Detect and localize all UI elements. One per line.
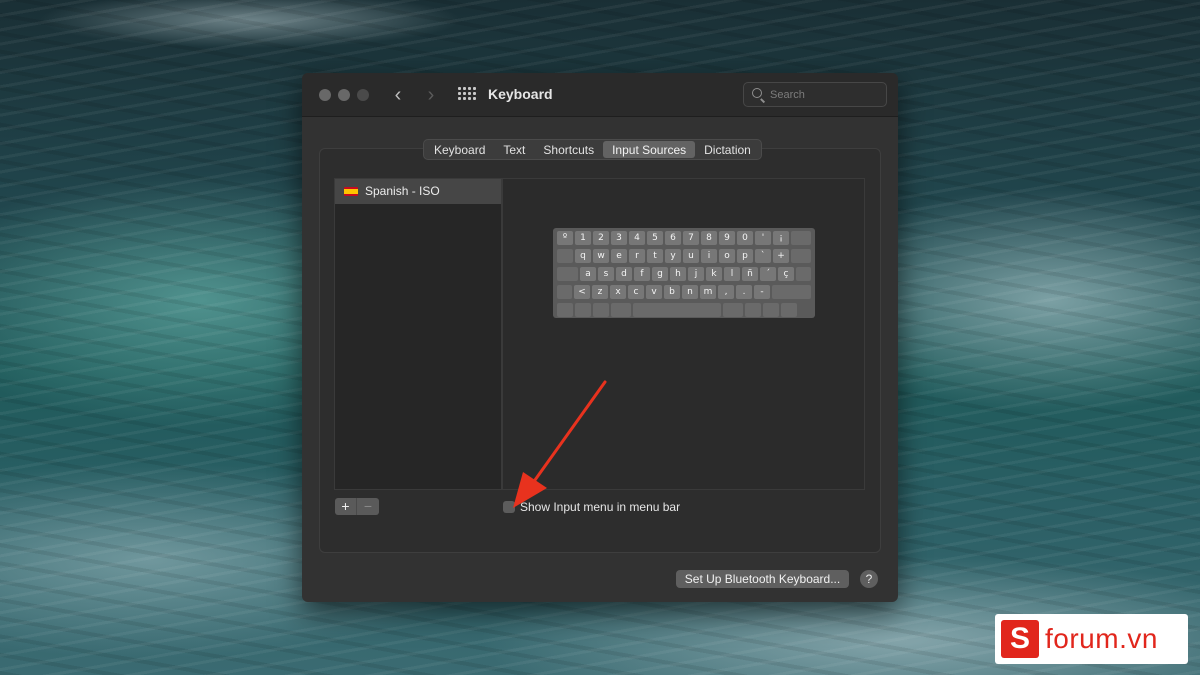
keyboard-preferences-window: ‹ › Keyboard Keyboard Text Shortcuts Inp…: [302, 73, 898, 602]
window-title: Keyboard: [488, 86, 553, 102]
search-field[interactable]: [743, 82, 887, 107]
modifier-key: [557, 267, 578, 281]
keyboard-key: 9: [719, 231, 735, 245]
keyboard-key: e: [611, 249, 627, 263]
add-input-source-button[interactable]: +: [335, 498, 357, 515]
brand-logo-icon: S: [1001, 620, 1039, 658]
keyboard-key: h: [670, 267, 686, 281]
modifier-key: [745, 303, 761, 317]
keyboard-key: 5: [647, 231, 663, 245]
modifier-key: [557, 285, 572, 299]
keyboard-key: ': [755, 231, 771, 245]
keyboard-key: o: [719, 249, 735, 263]
modifier-key: [791, 249, 811, 263]
back-chevron-icon[interactable]: ‹: [386, 83, 410, 107]
keyboard-key: m: [700, 285, 716, 299]
keyboard-key: y: [665, 249, 681, 263]
modifier-key: [723, 303, 743, 317]
modifier-key: [593, 303, 609, 317]
tab-input-sources[interactable]: Input Sources: [603, 141, 696, 158]
keyboard-key: p: [737, 249, 753, 263]
close-window-button[interactable]: [319, 89, 331, 101]
keyboard-key: t: [647, 249, 663, 263]
keyboard-key: i: [701, 249, 717, 263]
modifier-key: [772, 285, 811, 299]
forum-vn-watermark-logo: S forum.vn: [995, 614, 1188, 664]
modifier-key: [557, 303, 573, 317]
modifier-key: [611, 303, 631, 317]
search-input[interactable]: [770, 86, 880, 103]
list-item-spanish-iso[interactable]: Spanish - ISO: [335, 179, 501, 204]
keyboard-key: s: [598, 267, 614, 281]
zoom-window-button[interactable]: [357, 89, 369, 101]
keyboard-key: n: [682, 285, 698, 299]
modifier-key: [575, 303, 591, 317]
keyboard-key: l: [724, 267, 740, 281]
keyboard-key: k: [706, 267, 722, 281]
keyboard-key: ,: [718, 285, 734, 299]
tab-dictation[interactable]: Dictation: [695, 141, 760, 158]
keyboard-key: v: [646, 285, 662, 299]
keyboard-key: q: [575, 249, 591, 263]
search-icon: [752, 88, 766, 103]
keyboard-key: a: [580, 267, 596, 281]
show-all-grid-icon[interactable]: [458, 87, 476, 101]
keyboard-key: º: [557, 231, 573, 245]
keyboard-key: c: [628, 285, 644, 299]
keyboard-key: 6: [665, 231, 681, 245]
tab-shortcuts[interactable]: Shortcuts: [534, 141, 603, 158]
modifier-key: [557, 249, 573, 263]
remove-input-source-button[interactable]: −: [357, 498, 379, 515]
keyboard-key: j: [688, 267, 704, 281]
keyboard-key: w: [593, 249, 609, 263]
keyboard-key: 8: [701, 231, 717, 245]
keyboard-key: +: [773, 249, 789, 263]
minimize-window-button[interactable]: [338, 89, 350, 101]
keyboard-key: u: [683, 249, 699, 263]
keyboard-key: 3: [611, 231, 627, 245]
keyboard-key: d: [616, 267, 632, 281]
keyboard-key: g: [652, 267, 668, 281]
keyboard-key: f: [634, 267, 650, 281]
watermark-text: forum.vn: [1045, 623, 1158, 654]
keyboard-key: ´: [760, 267, 776, 281]
keyboard-key: ñ: [742, 267, 758, 281]
modifier-key: [763, 303, 779, 317]
keyboard-key: z: [592, 285, 608, 299]
tab-text[interactable]: Text: [494, 141, 534, 158]
keyboard-key: ¡: [773, 231, 789, 245]
space-bar-key: [633, 303, 721, 317]
keyboard-key: <: [574, 285, 590, 299]
keyboard-key: .: [736, 285, 752, 299]
keyboard-key: b: [664, 285, 680, 299]
modifier-key: [791, 231, 811, 245]
forward-chevron-icon[interactable]: ›: [419, 83, 443, 107]
keyboard-key: `: [755, 249, 771, 263]
setup-bluetooth-keyboard-button[interactable]: Set Up Bluetooth Keyboard...: [676, 570, 849, 588]
keyboard-key: r: [629, 249, 645, 263]
add-remove-control: + −: [335, 498, 379, 515]
spain-flag-icon: [344, 187, 358, 196]
titlebar: ‹ › Keyboard: [302, 73, 898, 117]
keyboard-key: 7: [683, 231, 699, 245]
keyboard-key: 4: [629, 231, 645, 245]
red-arrow-annotation-icon: [513, 380, 607, 508]
tab-keyboard[interactable]: Keyboard: [425, 141, 494, 158]
help-button[interactable]: ?: [860, 570, 878, 588]
keyboard-key: ç: [778, 267, 794, 281]
keyboard-key: 2: [593, 231, 609, 245]
keyboard-key: x: [610, 285, 626, 299]
modifier-key: [796, 267, 811, 281]
input-sources-list[interactable]: Spanish - ISO: [334, 178, 502, 490]
keyboard-key: -: [754, 285, 770, 299]
input-source-label: Spanish - ISO: [365, 184, 440, 198]
keyboard-key: 0: [737, 231, 753, 245]
modifier-key: [781, 303, 797, 317]
keyboard-layout-preview: º 1 2 3 4 5 6 7 8 9 0 ' ¡ q w e r t y u i o p ` + a s d f g h j k l ñ ´ ç < z x…: [553, 228, 815, 318]
tab-bar: Keyboard Text Shortcuts Input Sources Di…: [423, 139, 762, 160]
keyboard-key: 1: [575, 231, 591, 245]
